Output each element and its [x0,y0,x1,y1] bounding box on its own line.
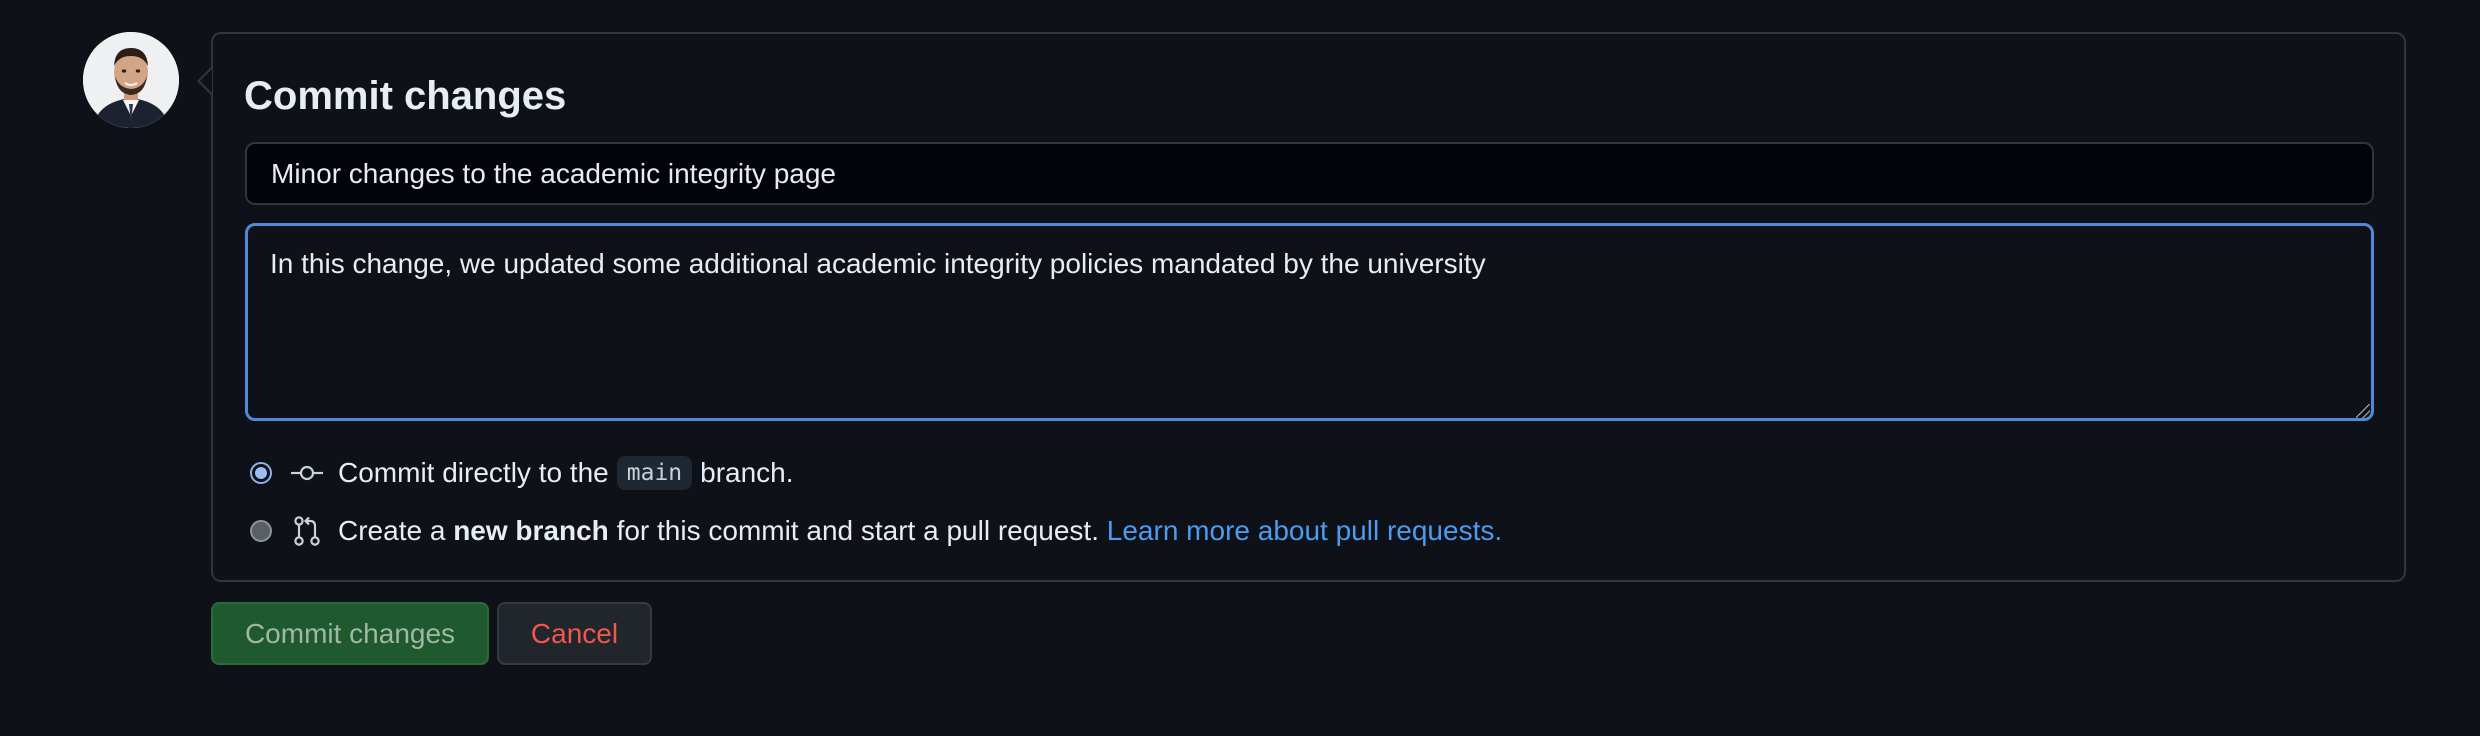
commit-direct-option[interactable]: Commit directly to the main branch. [250,453,794,493]
commit-direct-radio[interactable] [250,462,272,484]
git-commit-icon [290,457,324,489]
user-avatar[interactable] [83,32,179,128]
cancel-button[interactable]: Cancel [497,602,652,665]
new-branch-label-prefix: Create a [338,515,446,546]
git-pull-request-icon [290,515,324,547]
commit-description-textarea[interactable]: In this change, we updated some addition… [245,223,2374,421]
commit-changes-button[interactable]: Commit changes [211,602,489,665]
branch-name-code: main [616,456,693,490]
form-title: Commit changes [244,74,567,118]
new-branch-bold-text: new branch [453,515,609,546]
new-branch-label-middle: for this commit and start a pull request… [616,515,1099,546]
textarea-resize-handle[interactable] [2356,404,2370,418]
new-branch-option[interactable]: Create a new branch for this commit and … [250,511,1502,551]
avatar-portrait-icon [83,32,179,128]
commit-direct-label-suffix: branch. [700,457,794,488]
new-branch-radio[interactable] [250,520,272,542]
commit-summary-input[interactable] [245,142,2374,205]
pull-requests-help-link[interactable]: Learn more about pull requests. [1107,515,1502,547]
commit-direct-label-prefix: Commit directly to the [338,457,609,488]
